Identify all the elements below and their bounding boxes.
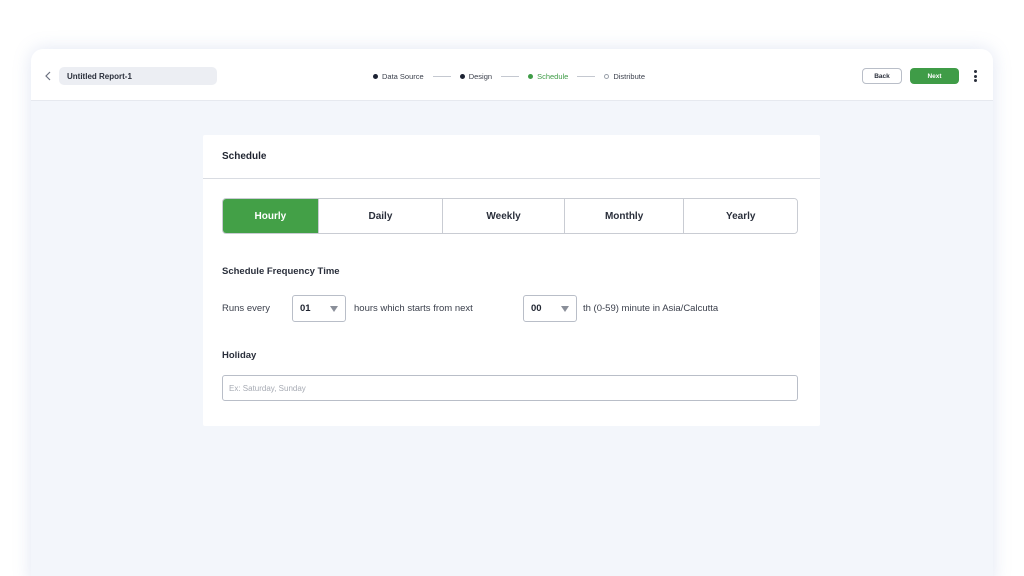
step-label: Distribute: [613, 71, 646, 81]
frequency-time-heading: Schedule Frequency Time: [222, 266, 340, 277]
tab-yearly[interactable]: Yearly: [684, 199, 797, 233]
step-connector: [501, 75, 520, 77]
minute-text: th (0-59) minute in Asia/Calcutta: [583, 303, 719, 314]
schedule-card: Schedule Hourly Daily Weekly Monthly Yea…: [203, 135, 820, 426]
top-bar: Data Source Design Schedule Distribute B…: [31, 49, 993, 101]
tab-daily[interactable]: Daily: [318, 199, 444, 233]
back-button[interactable]: Back: [862, 68, 902, 84]
caret-down-icon: [330, 305, 338, 312]
step-connector: [432, 75, 451, 77]
step-done-dot: [459, 73, 465, 79]
hours-text: hours which starts from next: [354, 303, 473, 314]
step-done-dot: [373, 73, 378, 79]
tab-hourly[interactable]: Hourly: [223, 199, 319, 233]
next-button[interactable]: Next: [910, 68, 959, 84]
step-data-source[interactable]: Data Source: [373, 72, 424, 81]
holiday-input[interactable]: [222, 375, 798, 401]
frequency-tabs: Hourly Daily Weekly Monthly Yearly: [222, 198, 798, 234]
step-todo-dot: [604, 73, 610, 79]
step-design[interactable]: Design: [459, 71, 493, 81]
caret-down-icon: [561, 305, 569, 312]
minute-value: 00: [531, 303, 542, 314]
tab-weekly[interactable]: Weekly: [443, 199, 565, 233]
app-window: Data Source Design Schedule Distribute B…: [31, 49, 993, 576]
runs-every-label: Runs every: [222, 303, 271, 314]
minute-select[interactable]: 00: [523, 295, 577, 322]
card-title: Schedule: [203, 135, 820, 179]
holiday-heading: Holiday: [222, 350, 257, 361]
hours-value: 01: [300, 303, 311, 314]
runs-every-row: Runs every 01 hours which starts from ne…: [222, 295, 718, 322]
step-label: Data Source: [382, 71, 424, 81]
report-name-input[interactable]: [59, 67, 217, 85]
step-label: Schedule: [537, 71, 569, 81]
step-label: Design: [468, 71, 493, 81]
progress-stepper: Data Source Design Schedule Distribute: [373, 70, 645, 82]
step-schedule[interactable]: Schedule: [528, 72, 568, 81]
step-distribute[interactable]: Distribute: [604, 72, 645, 81]
kebab-menu-icon[interactable]: [971, 68, 979, 84]
step-connector: [577, 75, 596, 77]
step-active-dot: [528, 73, 534, 79]
hours-select[interactable]: 01: [292, 295, 346, 322]
chevron-left-icon[interactable]: [42, 69, 54, 83]
tab-monthly[interactable]: Monthly: [564, 199, 685, 233]
